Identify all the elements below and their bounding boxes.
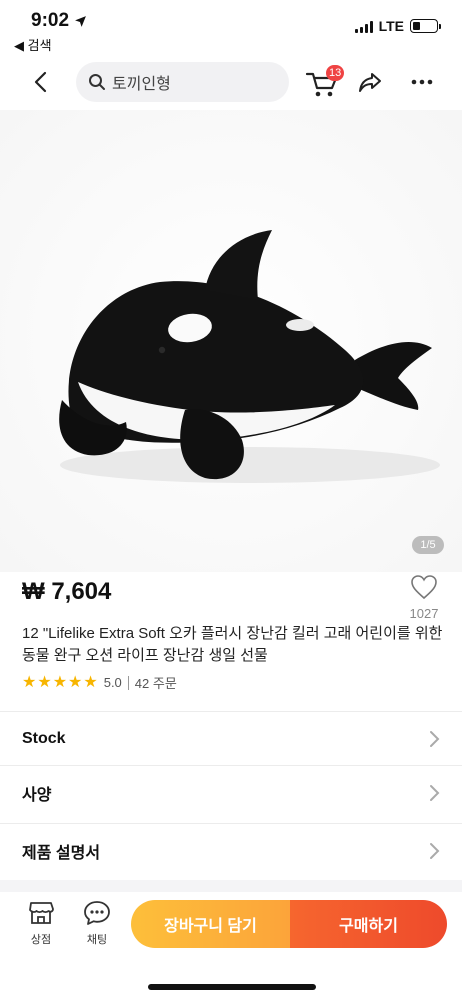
search-icon [89, 74, 105, 90]
image-page-indicator: 1/5 [412, 536, 444, 554]
rating-score: 5.0 [103, 675, 122, 690]
store-icon [29, 902, 54, 924]
like-count: 1027 [409, 606, 439, 621]
network-type: LTE [378, 18, 404, 34]
star-icon: ★ [68, 673, 83, 691]
chat-tab[interactable]: 채팅 [77, 900, 117, 947]
top-nav: 토끼인형 13 [0, 56, 462, 110]
section-divider [0, 880, 462, 892]
star-icon: ★ [22, 673, 37, 691]
time-text: 9:02 [31, 10, 70, 31]
heart-icon [411, 575, 437, 600]
store-tab[interactable]: 상점 [21, 900, 61, 947]
back-to-search-label: ◀ 검색 [14, 38, 52, 53]
star-icon: ★ [52, 673, 68, 691]
divider [127, 675, 129, 690]
chevron-right-icon [430, 730, 440, 747]
location-arrow-icon [75, 15, 86, 27]
add-to-cart-button[interactable]: 장바구니 담기 [131, 900, 290, 948]
chat-icon [84, 901, 110, 925]
chat-label: 채팅 [86, 934, 108, 946]
store-label: 상점 [30, 934, 52, 946]
order-count: 42 주문 [134, 676, 177, 691]
battery-icon [410, 19, 441, 33]
specs-row[interactable]: 사양 [0, 765, 462, 819]
search-bar[interactable]: 토끼인형 [76, 62, 289, 102]
rating-summary[interactable]: ★ ★ ★ ★ ★ 5.0 42 주문 [22, 673, 177, 692]
like-button[interactable]: 1027 [404, 574, 444, 621]
status-bar: 9:02 ◀ 검색 LTE [0, 0, 462, 56]
more-icon[interactable] [408, 68, 436, 96]
chevron-right-icon [430, 842, 440, 859]
back-to-search-link[interactable]: ◀ 검색 [14, 35, 52, 54]
signal-icon [354, 20, 373, 33]
star-icon: ★ [83, 673, 98, 691]
star-rating: ★ ★ ★ ★ ★ [22, 673, 98, 691]
buy-now-button[interactable]: 구매하기 [290, 900, 447, 948]
product-image[interactable] [0, 110, 462, 572]
stock-label: Stock [22, 729, 66, 747]
specs-label: 사양 [22, 786, 52, 804]
cart-count-badge: 13 [326, 65, 345, 81]
product-price: ₩ 7,604 [22, 578, 112, 605]
description-row[interactable]: 제품 설명서 [0, 823, 462, 877]
description-label: 제품 설명서 [22, 844, 101, 862]
chevron-left-icon[interactable] [28, 68, 56, 96]
stock-row[interactable]: Stock [0, 711, 462, 765]
search-query: 토끼인형 [112, 76, 171, 93]
chevron-right-icon [430, 784, 440, 801]
status-time: 9:02 [31, 10, 87, 32]
share-icon[interactable] [356, 68, 384, 96]
star-icon: ★ [37, 673, 52, 691]
orca-plush-image [0, 110, 462, 572]
product-title: 12 "Lifelike Extra Soft 오카 플러시 장난감 킬러 고래… [22, 625, 443, 664]
status-indicators: LTE [354, 18, 441, 34]
home-indicator [148, 984, 316, 990]
